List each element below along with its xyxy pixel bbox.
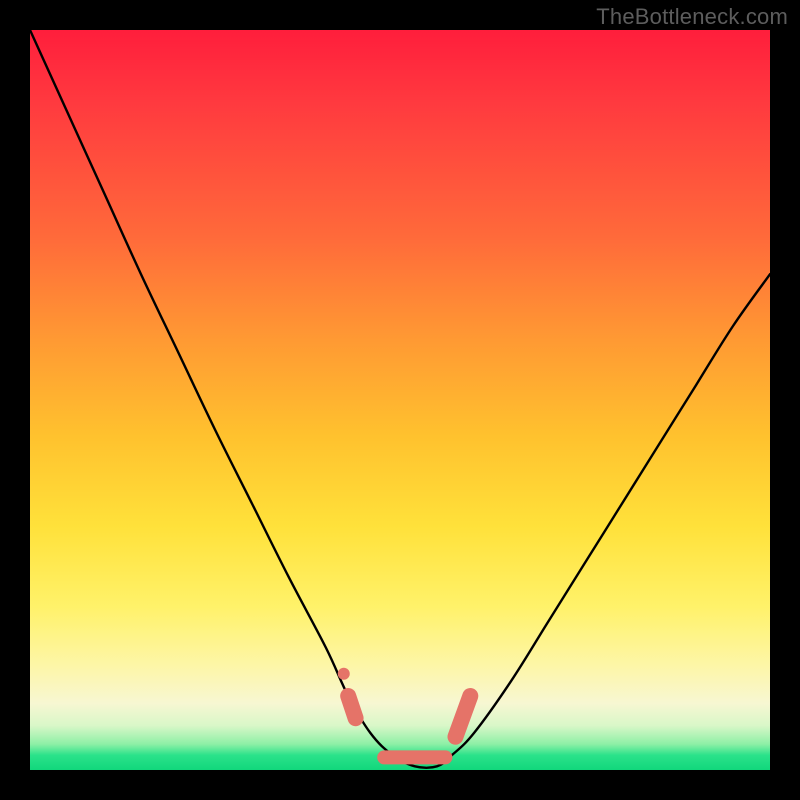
valley-pill-marker: [377, 750, 452, 764]
plot-area: [30, 30, 770, 770]
curve-svg: [30, 30, 770, 770]
chart-frame: TheBottleneck.com: [0, 0, 800, 800]
right-capsule-marker: [456, 696, 471, 737]
bottleneck-curve: [30, 30, 770, 768]
left-capsule-marker: [348, 696, 355, 718]
marker-layer: [338, 668, 471, 765]
watermark-text: TheBottleneck.com: [596, 4, 788, 30]
curve-layer: [30, 30, 770, 768]
lone-dot-marker: [338, 668, 350, 680]
